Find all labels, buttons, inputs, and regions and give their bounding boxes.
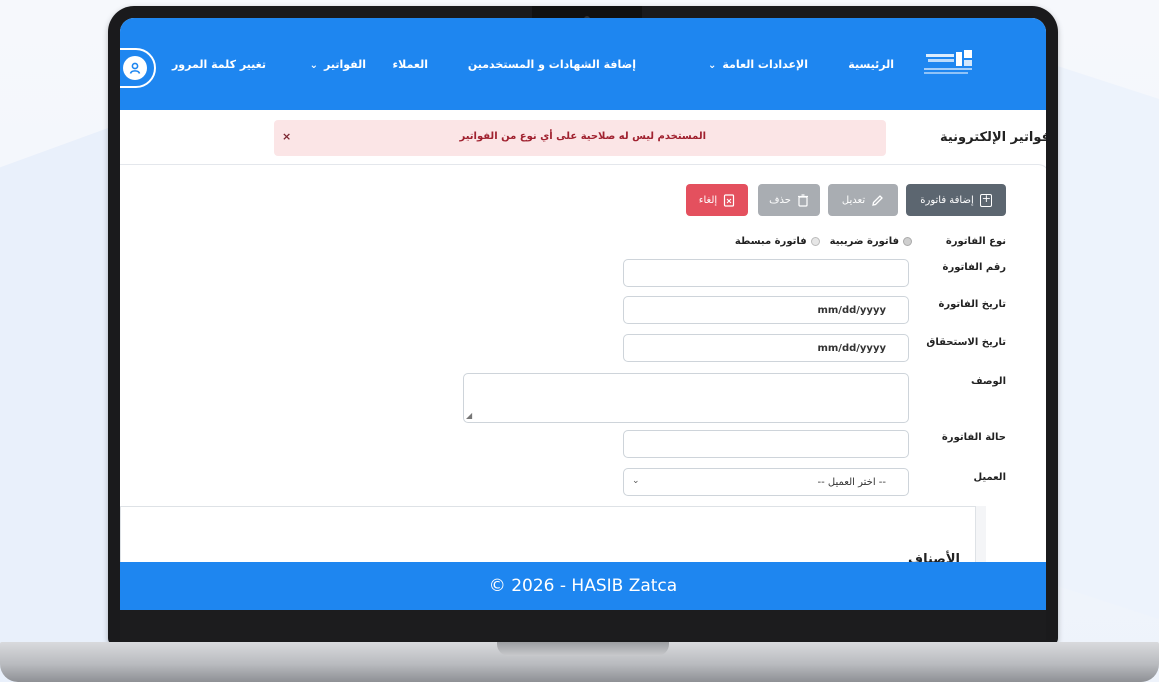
top-navbar: الرئيسية الإعدادات العامة ⌄ إضافة الشهادا… (120, 18, 1046, 110)
invoice-date-input[interactable]: mm/dd/yyyy (623, 296, 909, 324)
laptop-opening-notch (497, 642, 669, 656)
customer-select-value: -- اختر العميل -- (817, 476, 887, 488)
laptop-bottom-bezel (120, 610, 1046, 640)
alert-message: المستخدم ليس له صلاحية على أي نوع من الف… (459, 131, 706, 142)
add-invoice-label: إضافة فاتورة (920, 194, 974, 206)
chevron-down-icon: ⌄ (707, 60, 717, 71)
invoice-type-label: نوع الفاتورة (945, 236, 1006, 247)
close-icon[interactable]: × (282, 130, 291, 143)
radio-simplified-invoice-label: فاتورة مبسطة (734, 236, 807, 247)
nav-invoices-label: الفواتير (324, 58, 366, 71)
invoice-number-input[interactable] (623, 259, 909, 287)
add-invoice-button[interactable]: إضافة فاتورة (906, 184, 1006, 216)
file-x-icon (724, 193, 735, 207)
cancel-label: إلغاء (698, 194, 718, 206)
delete-button[interactable]: حذف (758, 184, 820, 216)
page-title: فواتير الإلكترونية (939, 130, 1046, 145)
due-date-input[interactable]: mm/dd/yyyy (623, 334, 909, 362)
hasib-logo-icon (920, 46, 980, 80)
page-footer: © 2026 - HASIB Zatca (120, 562, 1046, 610)
pencil-icon (872, 194, 884, 206)
app-screen: الرئيسية الإعدادات العامة ⌄ إضافة الشهادا… (120, 18, 1046, 610)
file-plus-icon (979, 192, 992, 207)
invoice-type-radio-group: فاتورة ضريبية فاتورة مبسطة (735, 236, 912, 247)
user-icon (123, 56, 147, 80)
resize-handle-icon[interactable]: ◢ (466, 411, 472, 420)
nav-certificates-users[interactable]: إضافة الشهادات و المستخدمين (468, 58, 636, 71)
edit-button[interactable]: تعديل (828, 184, 898, 216)
invoice-number-label: رقم الفاتورة (942, 262, 1006, 273)
chevron-down-icon: ⌄ (309, 60, 319, 71)
nav-invoices[interactable]: الفواتير ⌄ (310, 58, 366, 71)
nav-general-settings-label: الإعدادات العامة (722, 58, 808, 71)
invoice-date-label: تاريخ الفاتورة (938, 299, 1006, 310)
due-date-label: تاريخ الاستحقاق (926, 337, 1006, 348)
footer-text: © 2026 - HASIB Zatca (488, 576, 678, 596)
radio-dot (810, 237, 820, 246)
trash-icon (797, 193, 808, 207)
laptop-base (0, 642, 1159, 682)
customer-select[interactable]: -- اختر العميل -- ⌄ (623, 468, 909, 496)
description-label: الوصف (970, 376, 1006, 387)
nav-general-settings[interactable]: الإعدادات العامة ⌄ (708, 58, 808, 71)
description-textarea[interactable]: ◢ (463, 373, 909, 423)
nav-customers[interactable]: العملاء (393, 58, 428, 71)
invoice-status-label: حالة الفاتورة (941, 432, 1006, 443)
radio-dot (903, 237, 912, 246)
user-avatar[interactable] (120, 48, 156, 88)
radio-simplified-invoice[interactable]: فاتورة مبسطة (735, 236, 820, 247)
radio-tax-invoice[interactable]: فاتورة ضريبية (830, 236, 912, 247)
customer-label: العميل (973, 472, 1006, 483)
nav-change-password[interactable]: تغيير كلمة المرور (172, 58, 266, 71)
invoice-status-input[interactable] (623, 430, 909, 458)
radio-tax-invoice-label: فاتورة ضريبية (829, 236, 899, 247)
delete-label: حذف (769, 194, 791, 206)
cancel-button[interactable]: إلغاء (686, 184, 748, 216)
nav-home[interactable]: الرئيسية (848, 58, 894, 71)
chevron-down-icon: ⌄ (632, 476, 640, 486)
permission-alert: المستخدم ليس له صلاحية على أي نوع من الف… (274, 120, 886, 156)
edit-label: تعديل (841, 194, 866, 206)
